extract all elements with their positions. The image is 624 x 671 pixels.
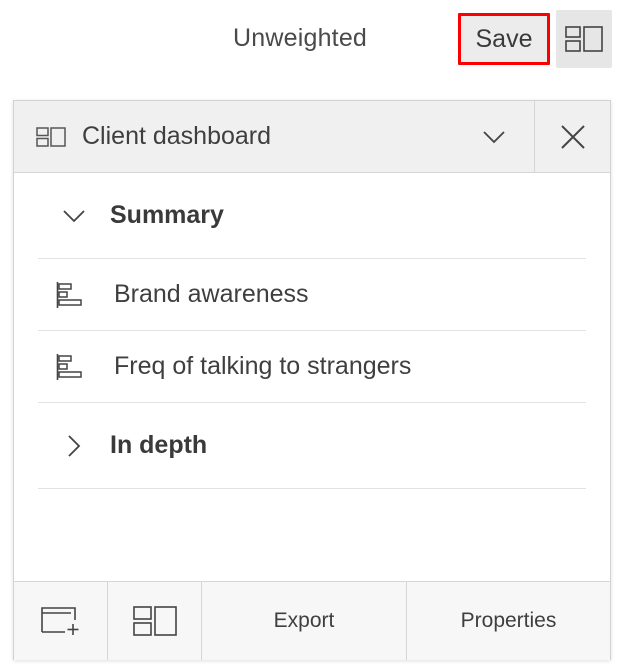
chevron-down-icon bbox=[483, 131, 505, 144]
tree-item-label: Freq of talking to strangers bbox=[114, 352, 412, 380]
dashboard-toggle-button[interactable] bbox=[556, 10, 612, 68]
chevron-right-icon bbox=[68, 434, 81, 457]
add-folder-button[interactable] bbox=[14, 582, 108, 660]
close-panel-button[interactable] bbox=[534, 101, 610, 172]
dashboard-title: Client dashboard bbox=[82, 122, 272, 150]
panel-footer: Export Properties bbox=[14, 581, 610, 660]
tree-item-brand-awareness[interactable]: Brand awareness bbox=[38, 259, 586, 331]
export-button[interactable]: Export bbox=[202, 582, 407, 660]
add-folder-icon bbox=[40, 607, 78, 635]
save-button[interactable]: Save bbox=[458, 13, 550, 65]
bar-chart-icon bbox=[56, 353, 82, 380]
chevron-down-icon bbox=[63, 209, 85, 222]
dashboard-selector[interactable]: Client dashboard bbox=[14, 101, 534, 172]
group-in-depth[interactable]: In depth bbox=[38, 403, 586, 489]
tree-item-label: Brand awareness bbox=[114, 280, 309, 308]
top-toolbar: Unweighted Save bbox=[0, 0, 624, 90]
panel-header: Client dashboard bbox=[14, 101, 610, 173]
properties-button[interactable]: Properties bbox=[407, 582, 610, 660]
group-summary[interactable]: Summary bbox=[38, 173, 586, 259]
dashboard-tree: Summary Brand awareness Freq of talking … bbox=[38, 173, 586, 489]
bar-chart-icon bbox=[56, 281, 82, 308]
dashboard-layout-icon bbox=[565, 26, 603, 52]
dashboard-layout-icon bbox=[132, 606, 177, 636]
dashboard-panel: Client dashboard Summary Brand awareness… bbox=[13, 100, 611, 660]
tree-item-freq-talking-strangers[interactable]: Freq of talking to strangers bbox=[38, 331, 586, 403]
close-icon bbox=[560, 124, 585, 149]
group-label: In depth bbox=[110, 431, 208, 459]
layout-button[interactable] bbox=[108, 582, 202, 660]
weight-selector[interactable]: Unweighted bbox=[233, 24, 367, 53]
group-label: Summary bbox=[110, 201, 224, 229]
dashboard-layout-icon bbox=[36, 126, 66, 147]
